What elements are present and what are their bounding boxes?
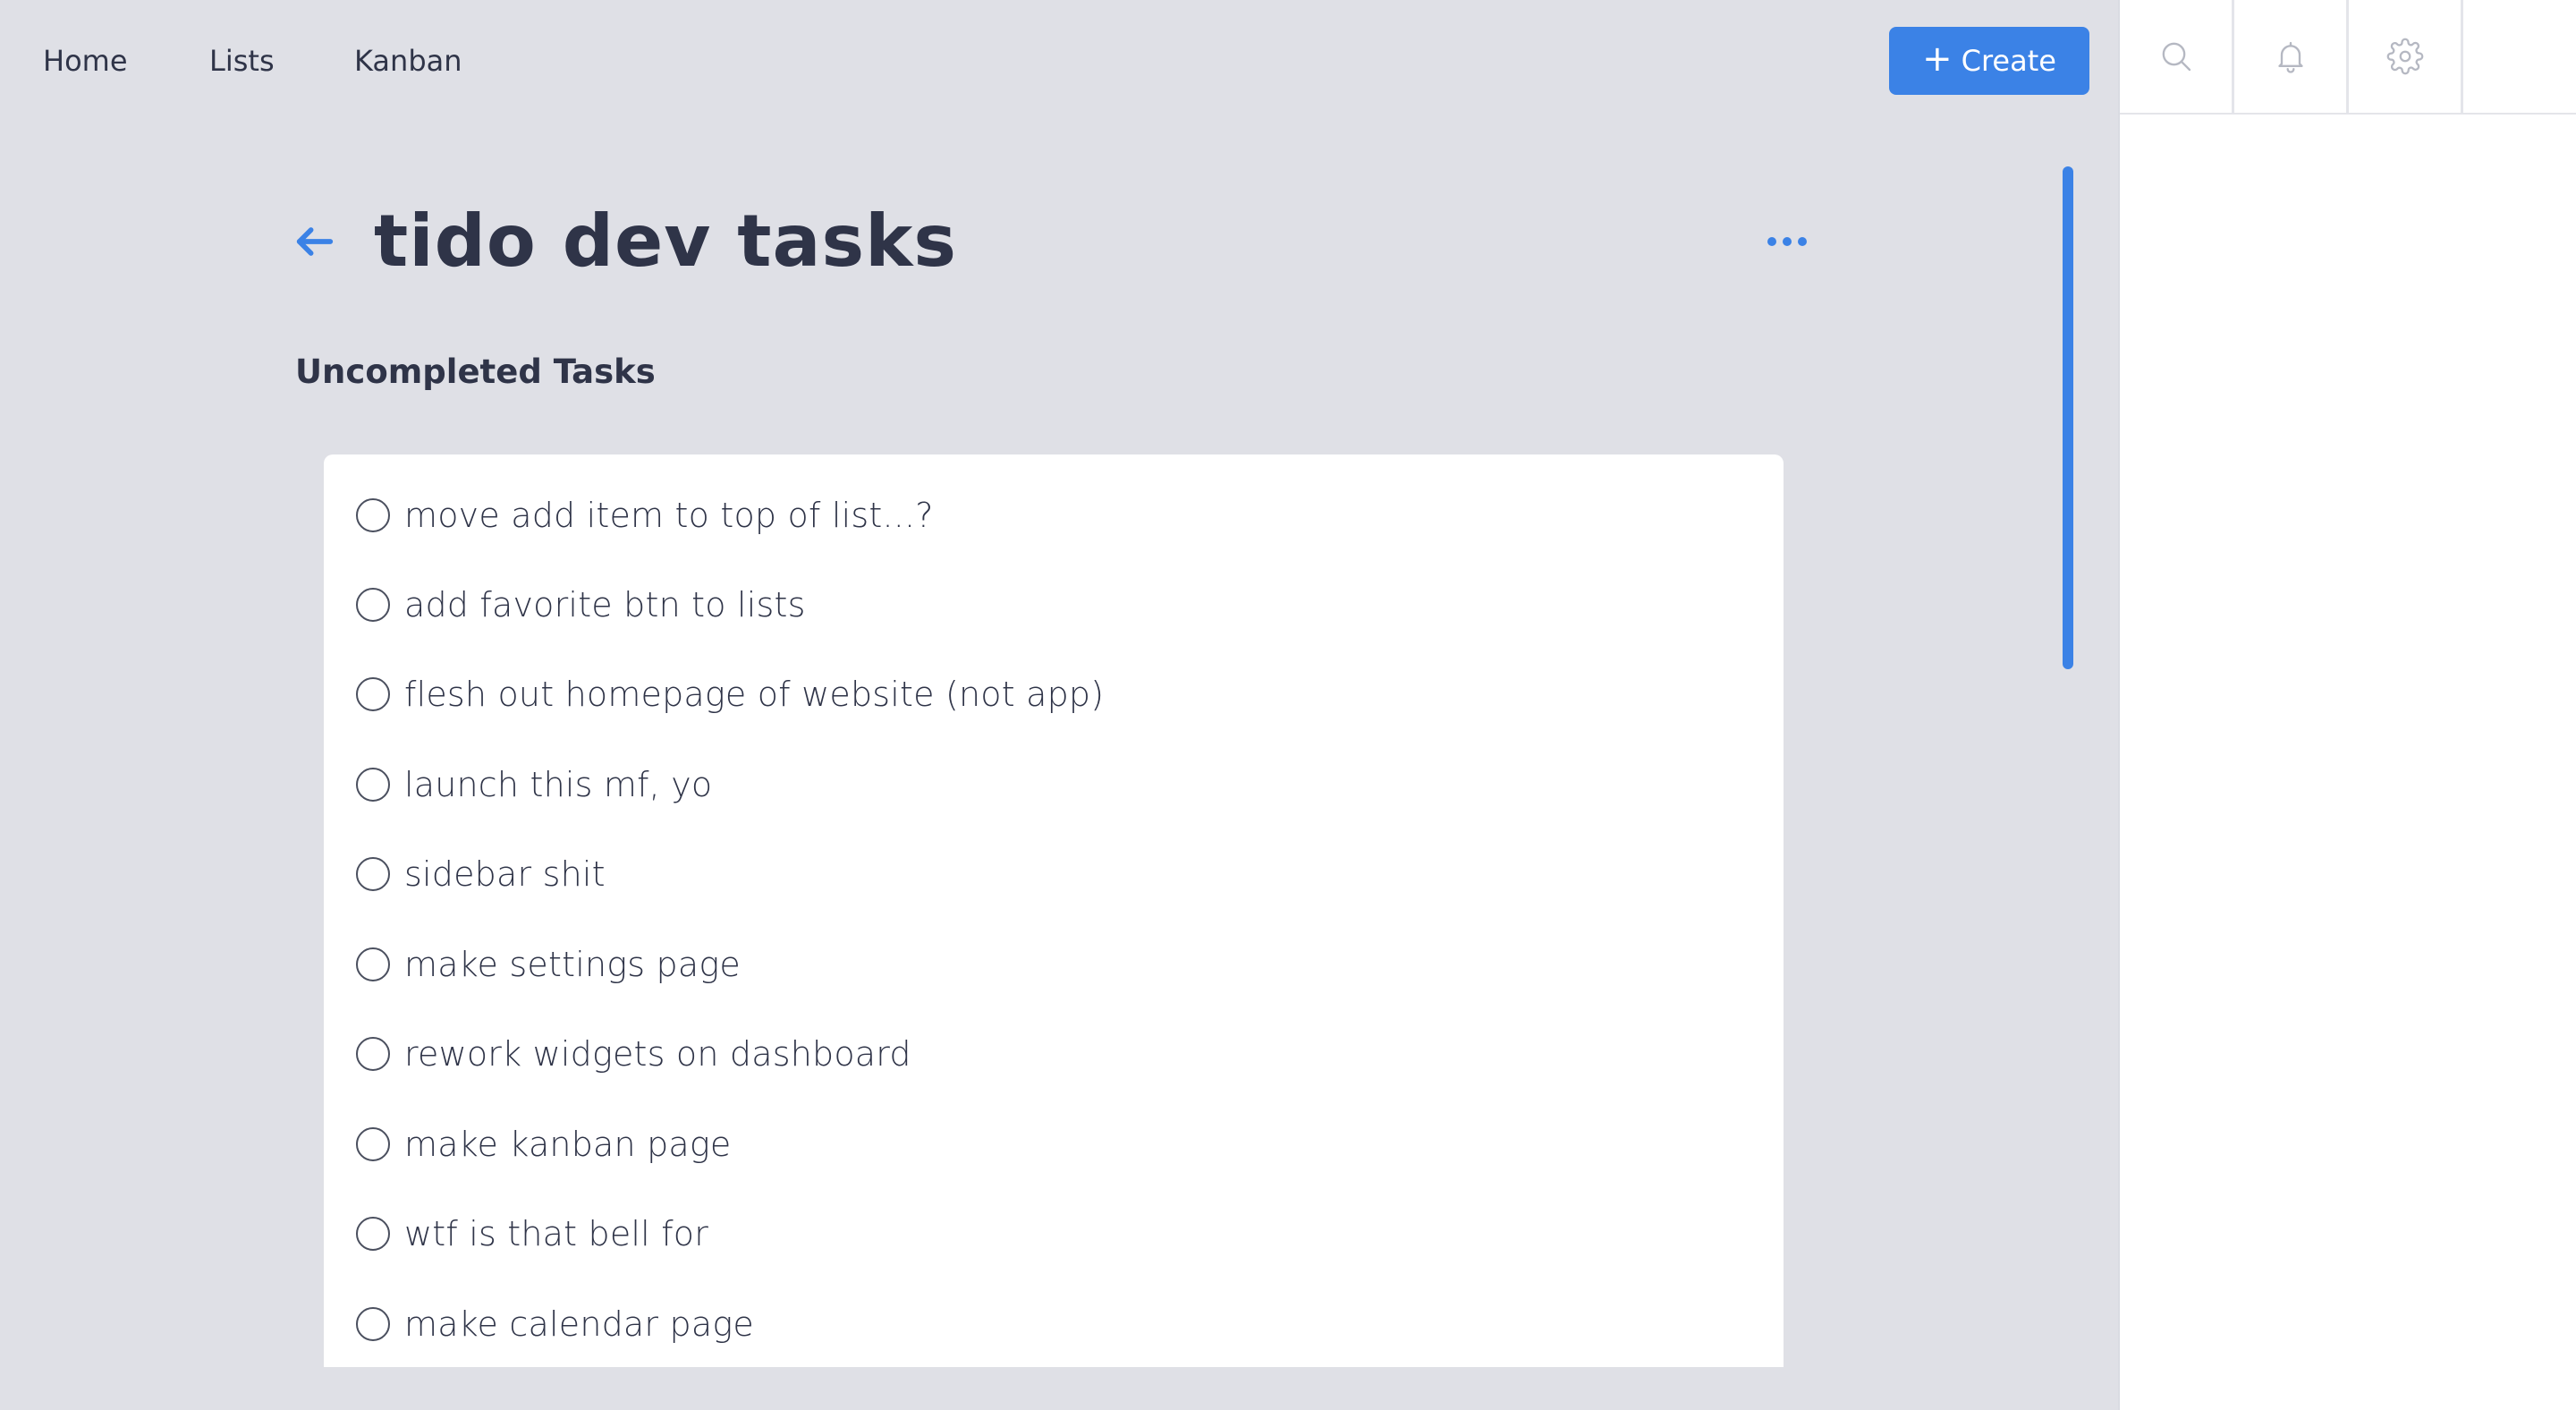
- task-label[interactable]: wtf is that bell for: [404, 1211, 708, 1256]
- task-checkbox[interactable]: [356, 588, 390, 622]
- task-label[interactable]: make calendar page: [404, 1302, 754, 1346]
- task-item: wtf is that bell for: [356, 1207, 708, 1261]
- right-panel: [2118, 0, 2576, 1410]
- create-button-label: Create: [1961, 44, 2056, 78]
- scrollbar-thumb[interactable]: [2063, 166, 2073, 669]
- task-checkbox[interactable]: [356, 857, 390, 891]
- task-checkbox[interactable]: [356, 947, 390, 981]
- task-item: make calendar page: [356, 1297, 754, 1351]
- toolbar-empty-cell: [2463, 0, 2576, 113]
- create-button[interactable]: + Create: [1889, 27, 2089, 95]
- settings-button[interactable]: [2349, 0, 2463, 113]
- task-item: flesh out homepage of website (not app): [356, 667, 1104, 721]
- more-dot: [1798, 237, 1807, 246]
- task-checkbox[interactable]: [356, 498, 390, 532]
- task-item: move add item to top of list...?: [356, 488, 934, 542]
- task-item: launch this mf, yo: [356, 758, 712, 811]
- task-label[interactable]: move add item to top of list...?: [404, 493, 934, 538]
- task-checkbox[interactable]: [356, 768, 390, 802]
- task-label[interactable]: rework widgets on dashboard: [404, 1032, 911, 1076]
- task-label[interactable]: make settings page: [404, 942, 741, 987]
- task-label[interactable]: sidebar shit: [404, 852, 606, 896]
- nav-link-home[interactable]: Home: [43, 39, 128, 82]
- notifications-button[interactable]: [2234, 0, 2349, 113]
- search-button[interactable]: [2120, 0, 2234, 113]
- more-dot: [1767, 237, 1776, 246]
- task-item: make settings page: [356, 938, 741, 991]
- plus-icon: +: [1922, 38, 1953, 80]
- toolbar: [2120, 0, 2576, 115]
- task-item: sidebar shit: [356, 847, 606, 901]
- page-title: tido dev tasks: [374, 200, 957, 283]
- nav-link-lists[interactable]: Lists: [209, 39, 275, 82]
- task-label[interactable]: launch this mf, yo: [404, 762, 712, 807]
- more-dot: [1783, 237, 1792, 246]
- back-button[interactable]: [292, 218, 338, 265]
- task-item: make kanban page: [356, 1117, 731, 1171]
- task-card: move add item to top of list...? add fav…: [324, 454, 1784, 1367]
- bell-icon: [2277, 41, 2303, 73]
- task-checkbox[interactable]: [356, 1127, 390, 1161]
- nav-link-kanban[interactable]: Kanban: [354, 39, 462, 82]
- task-checkbox[interactable]: [356, 677, 390, 711]
- search-icon: [2162, 42, 2190, 72]
- task-checkbox[interactable]: [356, 1037, 390, 1071]
- section-title: Uncompleted Tasks: [295, 352, 656, 391]
- task-item: add favorite btn to lists: [356, 578, 806, 632]
- task-checkbox[interactable]: [356, 1307, 390, 1341]
- task-label[interactable]: make kanban page: [404, 1122, 731, 1167]
- task-item: rework widgets on dashboard: [356, 1027, 911, 1081]
- gear-icon: [2386, 38, 2423, 75]
- task-label[interactable]: flesh out homepage of website (not app): [404, 672, 1104, 717]
- more-options-button[interactable]: [1767, 231, 1812, 252]
- task-label[interactable]: add favorite btn to lists: [404, 582, 806, 627]
- arrow-left-icon: [296, 227, 334, 256]
- task-checkbox[interactable]: [356, 1217, 390, 1251]
